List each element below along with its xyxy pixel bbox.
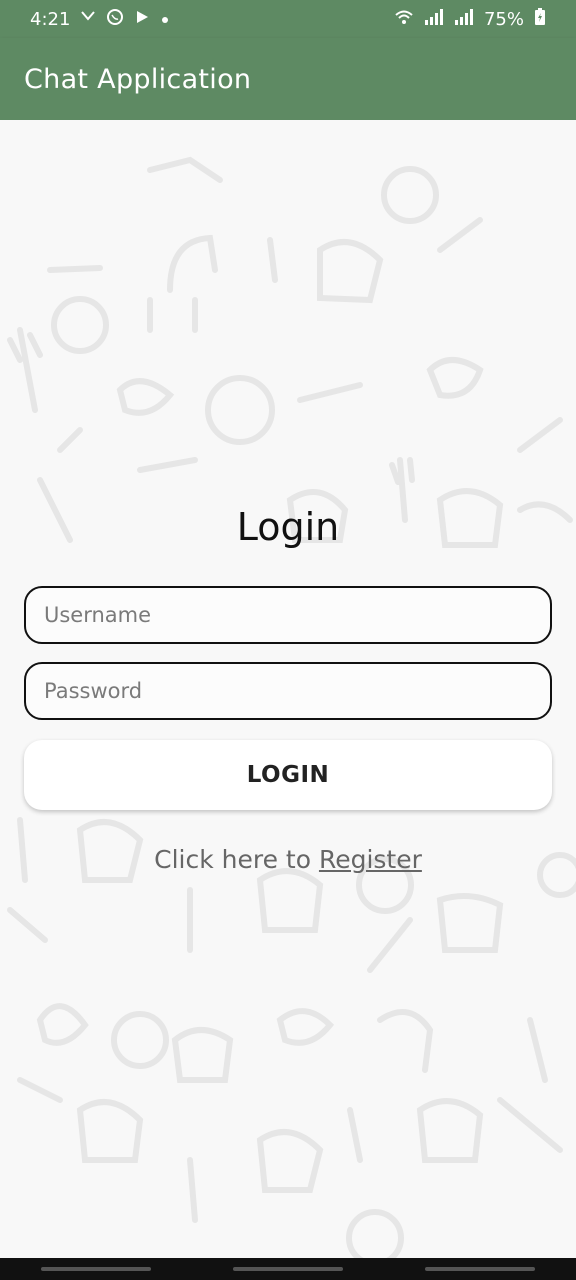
app-title: Chat Application <box>24 63 252 95</box>
login-button[interactable]: LOGIN <box>24 740 552 810</box>
play-store-icon <box>134 9 150 30</box>
status-bar: 4:21 75% <box>0 0 576 38</box>
signal-icon <box>454 8 474 30</box>
missed-call-icon <box>80 9 96 30</box>
nav-home-handle[interactable] <box>233 1267 343 1271</box>
app-bar: Chat Application <box>0 38 576 120</box>
status-right: 75% <box>394 7 546 31</box>
status-time: 4:21 <box>30 8 71 30</box>
signal-icon <box>424 8 444 30</box>
nav-back-handle[interactable] <box>425 1267 535 1271</box>
password-field[interactable] <box>24 662 552 720</box>
register-prompt: Click here to Register <box>0 845 576 874</box>
login-title: Login <box>236 505 340 549</box>
nav-recents-handle[interactable] <box>41 1267 151 1271</box>
wifi-icon <box>394 9 414 30</box>
whatsapp-icon <box>106 8 124 31</box>
register-link[interactable]: Register <box>319 845 422 874</box>
register-prefix: Click here to <box>154 845 319 874</box>
password-input[interactable] <box>42 678 550 704</box>
dot-icon <box>160 9 170 30</box>
battery-percent: 75% <box>483 8 524 30</box>
login-screen: Login LOGIN Click here to Register <box>0 120 576 1258</box>
status-left: 4:21 <box>30 8 170 31</box>
username-field[interactable] <box>24 586 552 644</box>
system-nav-bar <box>0 1258 576 1280</box>
battery-charging-icon <box>534 7 546 31</box>
username-input[interactable] <box>42 602 550 628</box>
